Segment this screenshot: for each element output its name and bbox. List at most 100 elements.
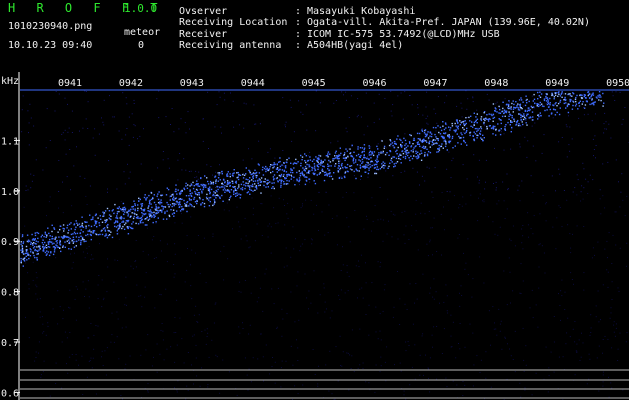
noise-speckle: [223, 92, 225, 94]
noise-speckle: [300, 207, 302, 209]
noise-speckle: [197, 321, 199, 323]
noise-speckle: [348, 226, 350, 228]
noise-speckle: [512, 359, 514, 360]
signal-point: [113, 222, 116, 224]
noise-speckle: [30, 117, 32, 119]
signal-point: [358, 159, 360, 161]
noise-speckle: [392, 104, 394, 106]
signal-point: [358, 170, 360, 172]
noise-speckle: [39, 298, 41, 300]
noise-speckle: [162, 151, 164, 152]
noise-speckle: [71, 110, 73, 112]
signal-point: [577, 108, 579, 110]
noise-speckle: [436, 326, 438, 327]
signal-point: [184, 205, 187, 207]
signal-point: [376, 166, 378, 168]
noise-speckle: [421, 175, 423, 177]
signal-point: [546, 97, 549, 99]
noise-speckle: [393, 306, 395, 308]
signal-point: [172, 196, 175, 198]
signal-point: [305, 161, 307, 164]
signal-point: [217, 177, 220, 179]
signal-point: [427, 137, 430, 139]
noise-speckle: [267, 151, 269, 153]
signal-point: [488, 113, 490, 115]
noise-speckle: [507, 189, 509, 191]
noise-speckle: [384, 361, 386, 363]
signal-point: [297, 161, 299, 163]
noise-speckle: [420, 212, 422, 214]
noise-speckle: [22, 95, 24, 97]
noise-speckle: [430, 227, 432, 229]
noise-speckle: [30, 173, 32, 175]
noise-speckle: [215, 302, 217, 304]
noise-speckle: [168, 218, 170, 220]
noise-speckle: [276, 326, 278, 328]
noise-speckle: [566, 126, 568, 128]
noise-speckle: [595, 157, 596, 159]
noise-speckle: [68, 127, 70, 129]
noise-speckle: [207, 386, 209, 388]
signal-point: [464, 120, 466, 122]
signal-point: [199, 188, 202, 191]
signal-point: [394, 165, 396, 167]
y-tick-label: 1.0: [1, 187, 19, 198]
signal-point: [141, 209, 143, 211]
signal-point: [134, 213, 136, 215]
noise-speckle: [444, 229, 445, 231]
y-tick-label: 0.9: [1, 237, 19, 248]
noise-speckle: [531, 125, 533, 127]
noise-speckle: [523, 105, 524, 107]
noise-speckle: [184, 281, 186, 283]
signal-point: [353, 170, 355, 173]
signal-point: [255, 174, 257, 177]
noise-speckle: [102, 365, 104, 366]
signal-point: [20, 243, 22, 245]
noise-speckle: [576, 343, 578, 345]
signal-point: [323, 165, 325, 168]
noise-speckle: [526, 156, 528, 158]
signal-point: [118, 210, 120, 213]
signal-point: [196, 194, 199, 196]
signal-point: [193, 206, 195, 208]
antenna-value: A504HB(yagi 4el): [307, 40, 404, 51]
noise-speckle: [522, 280, 524, 282]
noise-speckle: [404, 133, 406, 135]
signal-point: [307, 159, 309, 162]
noise-speckle: [500, 131, 502, 133]
signal-point: [36, 259, 38, 261]
signal-point: [247, 179, 249, 181]
signal-point: [543, 99, 546, 102]
noise-speckle: [174, 243, 176, 245]
signal-point: [185, 204, 187, 206]
signal-point: [426, 153, 429, 155]
signal-point: [421, 152, 423, 154]
signal-point: [24, 252, 27, 255]
signal-point: [53, 242, 55, 245]
signal-point: [559, 107, 561, 109]
signal-point: [361, 162, 363, 164]
noise-speckle: [257, 358, 259, 360]
noise-speckle: [496, 203, 498, 205]
signal-point: [351, 144, 353, 147]
signal-point: [508, 111, 510, 113]
signal-point: [110, 218, 112, 221]
signal-point: [407, 145, 409, 147]
noise-speckle: [565, 343, 567, 345]
signal-point: [539, 112, 541, 114]
signal-point: [480, 137, 482, 139]
signal-point: [520, 99, 523, 101]
signal-point: [47, 227, 49, 229]
noise-speckle: [192, 335, 194, 337]
noise-speckle: [347, 148, 349, 150]
noise-speckle: [399, 362, 401, 364]
noise-speckle: [315, 130, 317, 132]
signal-point: [318, 173, 320, 175]
noise-speckle: [524, 387, 526, 389]
noise-speckle: [568, 144, 570, 146]
noise-speckle: [35, 357, 37, 358]
signal-point: [381, 140, 383, 142]
signal-point: [545, 97, 547, 99]
signal-point: [221, 173, 223, 175]
signal-point: [258, 178, 260, 180]
